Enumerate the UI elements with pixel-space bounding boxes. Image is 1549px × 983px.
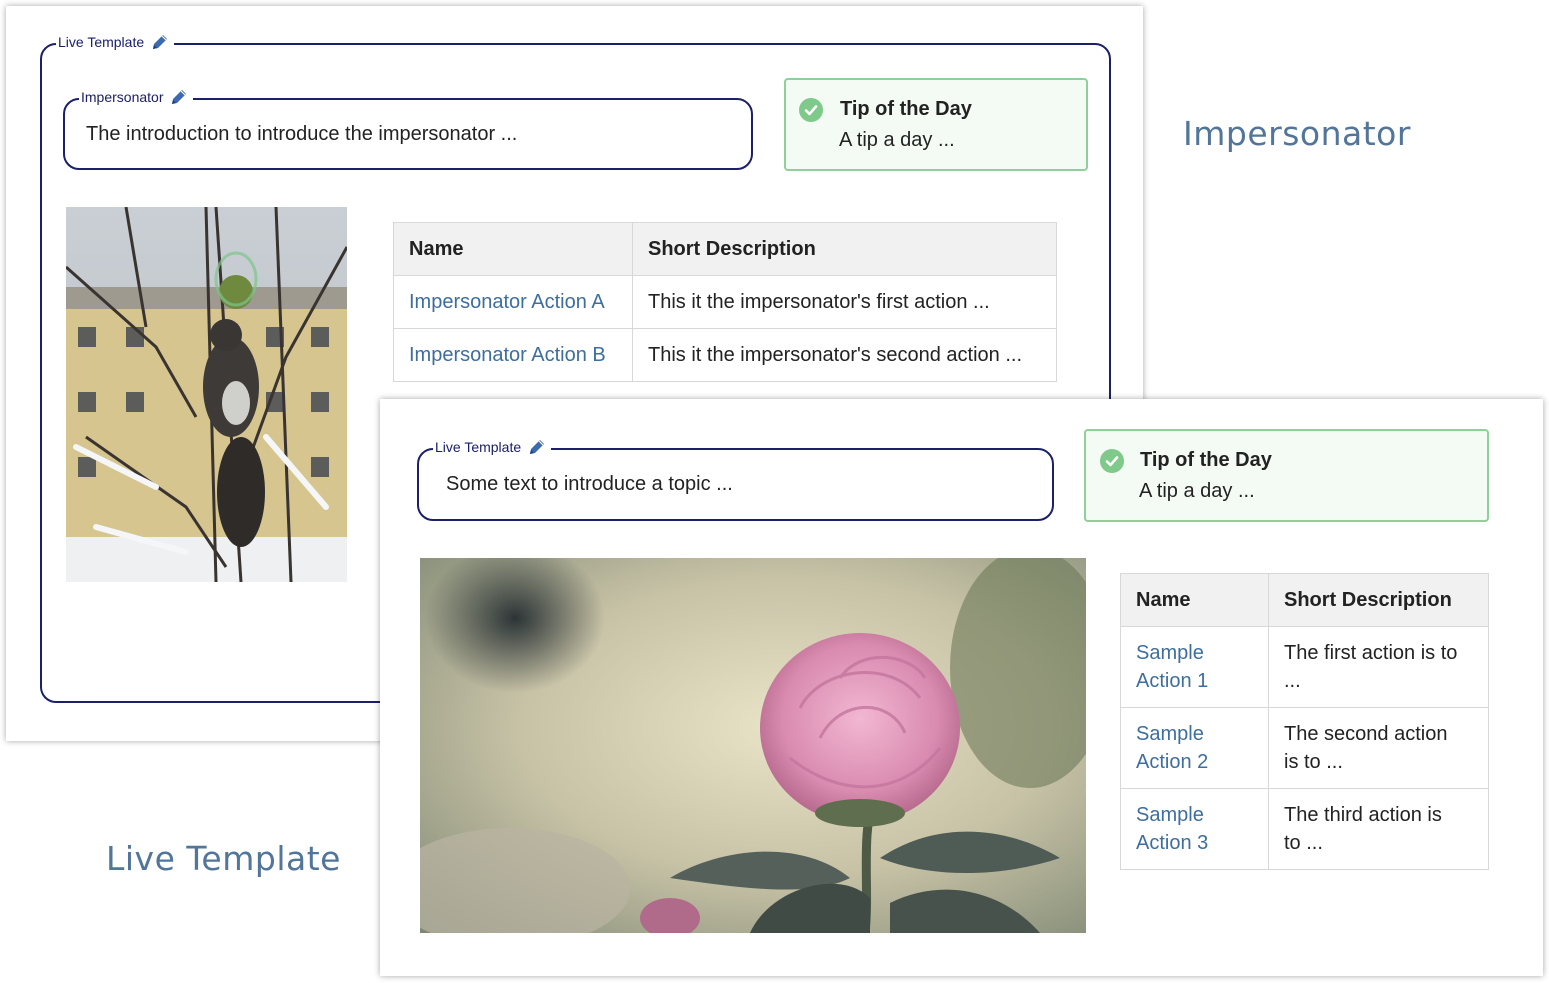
table-row: Sample Action 2 The second action is to … — [1120, 707, 1489, 789]
live-template-caption: Live Template — [106, 839, 341, 878]
action-link-line[interactable]: Action 3 — [1136, 832, 1208, 854]
live-template-intro-label: Live Template — [433, 437, 552, 457]
intro-label-text: Impersonator — [81, 89, 164, 105]
intro-text: Some text to introduce a topic ... — [446, 473, 733, 495]
check-circle-icon — [1100, 449, 1124, 473]
action-description: This it the impersonator's second action… — [632, 328, 1057, 382]
action-link[interactable]: Impersonator Action B — [393, 328, 633, 382]
tip-text: A tip a day ... — [839, 129, 955, 151]
description-line: The first action is to — [1284, 642, 1458, 664]
impersonator-actions-table: Name Short Description Impersonator Acti… — [393, 222, 1057, 382]
tip-title: Tip of the Day — [840, 98, 972, 120]
description-line: is to ... — [1284, 751, 1343, 773]
live-template-panel: Some text to introduce a topic ... Live … — [380, 399, 1543, 976]
action-link-line[interactable]: Sample — [1136, 723, 1204, 745]
action-description: This it the impersonator's first action … — [632, 275, 1057, 329]
action-link[interactable]: Sample Action 2 — [1120, 707, 1269, 789]
table-row: Sample Action 1 The first action is to .… — [1120, 626, 1489, 708]
table-row: Impersonator Action A This it the impers… — [393, 275, 1057, 329]
rose-photo — [420, 558, 1086, 933]
description-line: The third action is — [1284, 804, 1442, 826]
pencil-icon[interactable] — [527, 437, 547, 457]
action-description: The second action is to ... — [1268, 707, 1489, 789]
action-link[interactable]: Impersonator Action A — [393, 275, 633, 329]
short-description-column-header: Short Description — [632, 222, 1057, 276]
description-line: to ... — [1284, 832, 1323, 854]
pencil-icon[interactable] — [150, 32, 170, 52]
action-description: The third action is to ... — [1268, 788, 1489, 870]
action-link-line[interactable]: Sample — [1136, 804, 1204, 826]
tip-title: Tip of the Day — [1140, 449, 1272, 471]
action-link-line[interactable]: Action 2 — [1136, 751, 1208, 773]
impersonator-intro-box: The introduction to introduce the impers… — [63, 98, 753, 170]
live-template-intro-box: Some text to introduce a topic ... — [417, 448, 1054, 521]
tip-text: A tip a day ... — [1139, 480, 1255, 502]
description-line: ... — [1284, 670, 1301, 692]
description-line: The second action — [1284, 723, 1448, 745]
frame-label-text: Live Template — [58, 34, 145, 50]
tip-of-the-day-box: Tip of the Day A tip a day ... — [1084, 429, 1489, 522]
intro-label-text: Live Template — [435, 439, 522, 455]
name-column-header: Name — [1120, 573, 1269, 627]
action-link-line[interactable]: Sample — [1136, 642, 1204, 664]
action-description: The first action is to ... — [1268, 626, 1489, 708]
action-link[interactable]: Sample Action 3 — [1120, 788, 1269, 870]
live-template-frame-label: Live Template — [56, 32, 175, 52]
short-description-column-header: Short Description — [1268, 573, 1489, 627]
table-header-row: Name Short Description — [393, 222, 1057, 276]
table-row: Sample Action 3 The third action is to .… — [1120, 788, 1489, 870]
live-template-actions-table: Name Short Description Sample Action 1 T… — [1120, 573, 1489, 870]
pencil-icon[interactable] — [169, 87, 189, 107]
table-row: Impersonator Action B This it the impers… — [393, 328, 1057, 382]
action-link-line[interactable]: Action 1 — [1136, 670, 1208, 692]
tip-of-the-day-box: Tip of the Day A tip a day ... — [784, 78, 1088, 171]
squirrel-photo — [66, 207, 347, 582]
impersonator-caption: Impersonator — [1183, 114, 1411, 153]
name-column-header: Name — [393, 222, 633, 276]
impersonator-intro-label: Impersonator — [79, 87, 194, 107]
table-header-row: Name Short Description — [1120, 573, 1489, 627]
action-link[interactable]: Sample Action 1 — [1120, 626, 1269, 708]
intro-text: The introduction to introduce the impers… — [86, 122, 518, 145]
check-circle-icon — [799, 98, 823, 122]
